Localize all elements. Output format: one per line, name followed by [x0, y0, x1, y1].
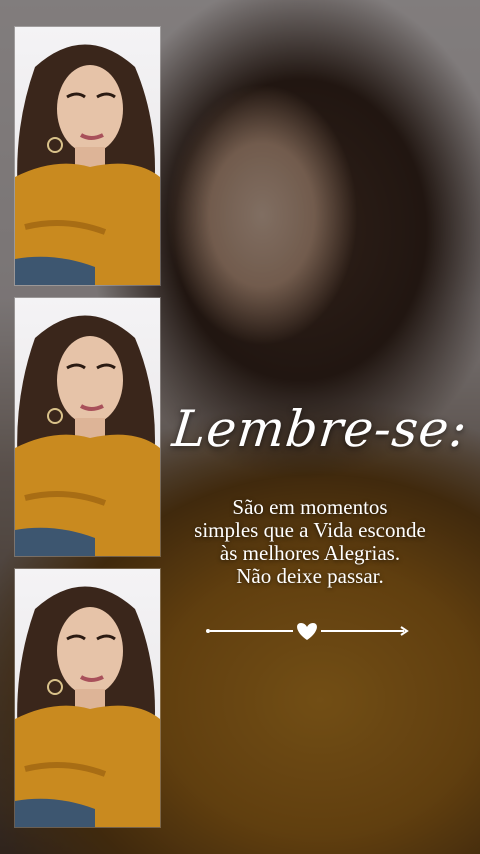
quote-line: às melhores Alegrias.: [219, 541, 401, 565]
quote-message: São em momentos simples que a Vida escon…: [170, 496, 450, 588]
heart-icon: [297, 623, 317, 640]
quote-line: simples que a Vida esconde: [194, 518, 426, 542]
portrait-photo: [15, 315, 160, 556]
portrait-photo: [15, 586, 160, 827]
heart-divider: [205, 620, 409, 642]
story-canvas: Lembre-se: São em momentos simples que a…: [0, 0, 480, 854]
quote-line: Não deixe passar.: [236, 564, 384, 588]
photo-frame-bottom: [15, 569, 160, 827]
portrait-photo: [15, 44, 160, 285]
photo-frame-middle: [15, 298, 160, 556]
quote-line: São em momentos: [232, 495, 388, 519]
heading-lembre-se: Lembre-se:: [169, 400, 471, 458]
photo-frame-top: [15, 27, 160, 285]
